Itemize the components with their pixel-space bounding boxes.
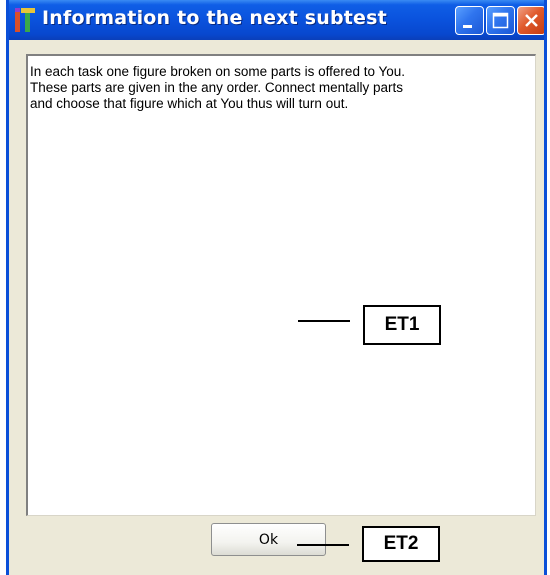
title-bar[interactable]: Information to the next subtest [9,0,544,40]
callout-et2-line [297,544,349,546]
ok-button[interactable]: Ok [211,523,326,556]
close-icon [525,14,538,27]
callout-et1-label: ET1 [363,305,441,345]
maximize-icon [492,12,509,29]
dialog-window: Information to the next subtest In each … [6,0,547,575]
callout-et1-line [298,320,350,322]
app-icon [14,8,36,32]
info-textbox[interactable]: In each task one figure broken on some p… [26,54,536,516]
minimize-icon [463,25,472,28]
close-button[interactable] [517,6,544,35]
info-text: In each task one figure broken on some p… [30,64,405,111]
window-title: Information to the next subtest [42,7,387,29]
callout-et2-label: ET2 [362,526,440,562]
minimize-button[interactable] [455,6,484,35]
maximize-button[interactable] [486,6,515,35]
